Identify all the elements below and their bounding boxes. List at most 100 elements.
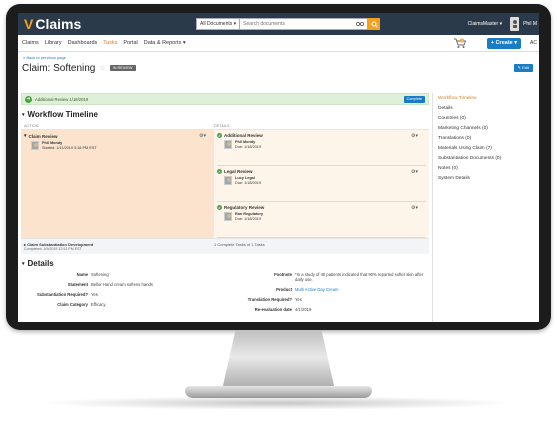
workflow-grid: ▾ Claim Review Phil Mondy Started: 1/11/… [21, 130, 429, 238]
action-title: Claim Review [28, 133, 58, 139]
favorite-star-icon[interactable]: ☆ [99, 64, 105, 72]
screen: V Claims All Documents ▾ ClaimsMaster ▾ [18, 13, 539, 322]
substantiation-details: 1 Complete Tasks of 1 Tasks [214, 242, 265, 247]
binoculars-icon[interactable] [356, 20, 365, 27]
task-additional-review: ✓ Additional Review Phil Mondy Due: 1/18… [217, 130, 426, 166]
nav-item-library[interactable]: Library [45, 40, 62, 46]
caret-down-icon: ▾ [22, 111, 25, 118]
create-button[interactable]: + Create ▾ [486, 38, 521, 49]
task-title[interactable]: Additional Review [224, 133, 263, 138]
task-due: Due: 1/18/2019 [235, 144, 261, 149]
gear-icon[interactable]: ⚙▾ [411, 133, 418, 139]
nav-item-dashboards[interactable]: Dashboards [68, 40, 98, 46]
main-nav: Claims Library Dashboards Tasks Portal D… [18, 35, 539, 52]
app-logo[interactable]: V Claims [24, 16, 81, 32]
action-title-row[interactable]: ▾ Claim Review [24, 133, 211, 139]
product-link[interactable]: Multi Active Day Cream [295, 287, 429, 292]
detail-row: Substantiation Required? Yes [21, 292, 225, 297]
detail-label: Translation Required? [247, 297, 292, 302]
substantiation-row[interactable]: ▸ Claim Substantiation Development Compl… [21, 238, 429, 254]
content-area: ➜ Additional Review 1/18/2019 Complete ▾… [18, 93, 539, 322]
gear-icon[interactable]: ⚙▾ [411, 205, 418, 211]
detail-row: Re-evaluation date 4/1/2019 [225, 307, 429, 312]
workflow-details-cell: ✓ Additional Review Phil Mondy Due: 1/18… [214, 130, 429, 238]
nav-item-data-reports[interactable]: Data & Reports ▾ [144, 40, 186, 46]
sidebar-item-translations[interactable]: Translations (0) [438, 136, 534, 142]
detail-label: Re-evaluation date [254, 307, 292, 312]
edit-button[interactable]: ✎ Edit [513, 64, 533, 72]
sidebar-item-details[interactable]: Details [438, 106, 534, 112]
gear-icon[interactable]: ⚙▾ [199, 133, 206, 139]
detail-label: Statement [67, 282, 88, 287]
action-person: Phil Mondy Started: 1/11/2019 3:18 PM ES… [31, 141, 211, 150]
sidebar-item-system-details[interactable]: System Details [438, 176, 534, 182]
sidebar-item-materials-using-claim[interactable]: Materials Using Claim (7) [438, 146, 534, 152]
avatar [224, 140, 232, 149]
gear-icon[interactable]: ⚙▾ [411, 169, 418, 175]
details-section-header[interactable]: ▾ Details [22, 259, 429, 268]
column-action: ACTION [24, 124, 39, 128]
sidebar-item-notes[interactable]: Notes (0) [438, 166, 534, 172]
workflow-section-header[interactable]: ▾ Workflow Timeline [22, 110, 429, 119]
detail-value: Softening [91, 272, 109, 277]
monitor-shadow [40, 396, 517, 410]
page-header: Claim: Softening ☆ IN REVIEW ✎ Edit [18, 61, 539, 75]
detail-label: Product [276, 287, 292, 292]
user-avatar-icon[interactable] [510, 17, 520, 31]
user-name[interactable]: ClaimsMaster ▾ [468, 21, 506, 27]
task-due: Due: 1/18/2019 [235, 180, 261, 185]
workflow-table-header: ACTION DETAILS [21, 123, 429, 130]
search-bar: All Documents ▾ [196, 18, 381, 30]
task-alert: ➜ Additional Review 1/18/2019 Complete [21, 93, 429, 105]
details-title: Details [27, 259, 54, 268]
status-badge: IN REVIEW [109, 65, 136, 71]
check-circle-icon: ✓ [217, 169, 222, 174]
app-title: Claims [35, 16, 82, 32]
top-bar: V Claims All Documents ▾ ClaimsMaster ▾ [18, 13, 539, 35]
cart-icon[interactable]: 0 [453, 38, 467, 49]
detail-value: Efficacy [91, 302, 106, 307]
detail-value: Yes [91, 292, 98, 297]
search-icon [371, 21, 378, 28]
task-due: Due: 1/18/2019 [235, 216, 261, 221]
avatar [224, 176, 232, 185]
caret-down-icon: ▾ [24, 133, 27, 139]
search-button[interactable] [368, 18, 381, 30]
page-title: Claim: Softening [22, 62, 96, 74]
complete-button[interactable]: Complete [403, 96, 425, 103]
detail-row: Product Multi Active Day Cream [225, 287, 429, 292]
task-title[interactable]: Legal Review [224, 169, 253, 174]
nav-item-portal[interactable]: Portal [123, 40, 137, 46]
sidebar-item-countries[interactable]: Countries (0) [438, 116, 534, 122]
nav-item-tasks[interactable]: Tasks [103, 40, 117, 46]
alert-text: Additional Review 1/18/2019 [35, 96, 89, 102]
sidebar-item-substantiation-documents[interactable]: Substantiation Documents (0) [438, 156, 534, 162]
user-short-name[interactable]: Phil M [523, 21, 539, 27]
caret-down-icon: ▾ [22, 260, 25, 267]
check-circle-icon: ✓ [217, 205, 222, 210]
back-link[interactable]: « Back to previous page [18, 52, 539, 61]
logo-v-icon: V [24, 16, 34, 32]
user-menu[interactable]: ClaimsMaster ▾ Phil M [468, 13, 539, 35]
nav-more[interactable]: AC [530, 40, 537, 46]
detail-label: Footnote [274, 272, 292, 277]
detail-row: Claim Category Efficacy [21, 302, 225, 307]
detail-row: Footnote *In a study of 40 patients indi… [225, 272, 429, 282]
details-left-column: Name Softening Statement Bellor Hand cre… [21, 272, 225, 317]
task-regulatory-review: ✓ Regulatory Review Ran Regulatory Due: … [217, 202, 426, 238]
check-circle-icon: ✓ [217, 133, 222, 138]
details-grid: Name Softening Statement Bellor Hand cre… [21, 272, 429, 317]
detail-value: 4/1/2019 [295, 307, 312, 312]
task-title[interactable]: Regulatory Review [224, 205, 264, 210]
monitor-stand [222, 330, 335, 390]
search-input[interactable] [240, 18, 369, 30]
detail-label: Name [76, 272, 88, 277]
search-scope-select[interactable]: All Documents ▾ [196, 18, 241, 30]
nav-item-claims[interactable]: Claims [22, 40, 39, 46]
task-legal-review: ✓ Legal Review Lucy Legal Due: 1/18/2019… [217, 166, 426, 202]
sidebar-item-marketing-channels[interactable]: Marketing Channels (0) [438, 126, 534, 132]
substantiation-completed: Completed: 1/9/2019 12:51 PM EST [24, 247, 82, 251]
sidebar-item-workflow-timeline[interactable]: Workflow Timeline [438, 96, 534, 102]
detail-row: Translation Required? Yes [225, 297, 429, 302]
column-details: DETAILS [214, 124, 230, 128]
